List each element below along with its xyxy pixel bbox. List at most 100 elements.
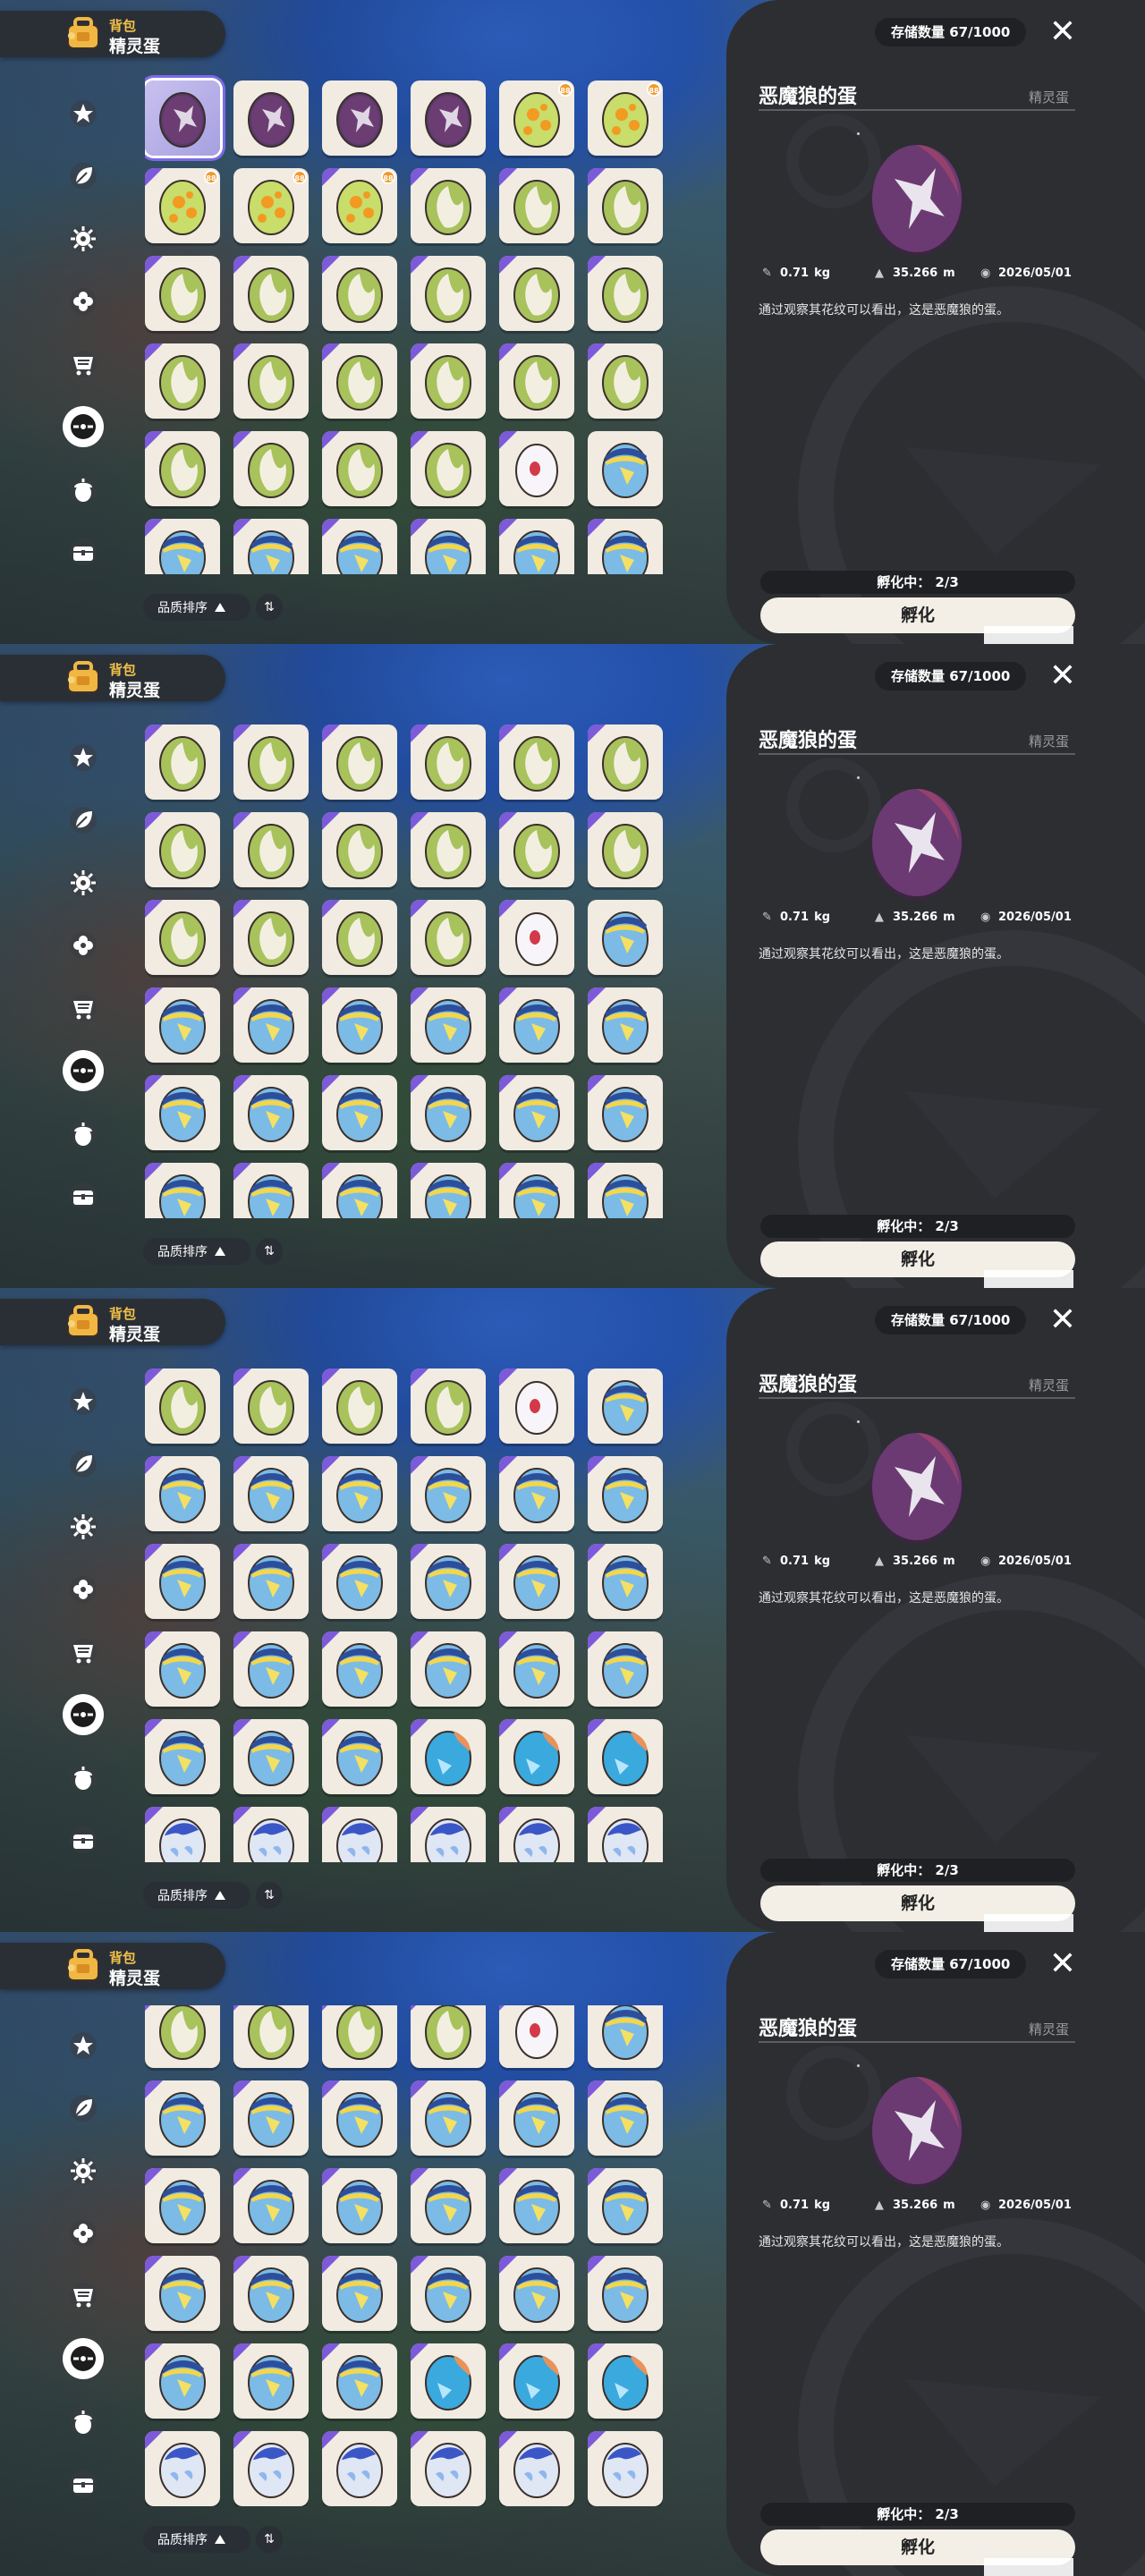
- egg-slot[interactable]: [145, 2005, 220, 2068]
- egg-slot[interactable]: [499, 724, 574, 800]
- egg-slot[interactable]: [411, 1075, 486, 1150]
- egg-slot[interactable]: [499, 168, 574, 243]
- category-star-badge-icon[interactable]: [63, 93, 104, 134]
- egg-slot[interactable]: [411, 812, 486, 887]
- sort-button[interactable]: 品质排序: [143, 594, 250, 621]
- egg-slot[interactable]: [145, 1544, 220, 1619]
- egg-slot[interactable]: [411, 1456, 486, 1531]
- egg-slot[interactable]: [588, 343, 663, 419]
- egg-slot[interactable]: [322, 1075, 397, 1150]
- egg-slot[interactable]: [233, 1631, 309, 1707]
- egg-slot[interactable]: [145, 256, 220, 331]
- category-pokeball-egg-icon[interactable]: [63, 1050, 104, 1091]
- egg-slot[interactable]: [411, 168, 486, 243]
- egg-slot[interactable]: [322, 431, 397, 506]
- sort-button[interactable]: 品质排序: [143, 1238, 250, 1265]
- egg-slot[interactable]: [588, 1075, 663, 1150]
- egg-slot[interactable]: [588, 987, 663, 1063]
- egg-slot[interactable]: [499, 1163, 574, 1218]
- category-flower-icon[interactable]: [63, 2213, 104, 2254]
- egg-slot[interactable]: [145, 987, 220, 1063]
- egg-slot[interactable]: [588, 2080, 663, 2156]
- egg-slot[interactable]: [499, 343, 574, 419]
- category-flower-icon[interactable]: [63, 1569, 104, 1610]
- egg-slot[interactable]: [411, 2343, 486, 2419]
- egg-slot[interactable]: [322, 1456, 397, 1531]
- egg-slot[interactable]: [233, 987, 309, 1063]
- egg-slot[interactable]: [322, 1368, 397, 1444]
- egg-slot[interactable]: [145, 431, 220, 506]
- egg-slot[interactable]: [411, 1631, 486, 1707]
- category-acorn-icon[interactable]: [63, 1757, 104, 1798]
- egg-slot[interactable]: [233, 2343, 309, 2419]
- close-icon[interactable]: ✕: [1045, 1946, 1081, 1982]
- egg-slot[interactable]: [233, 80, 309, 156]
- egg-slot[interactable]: [322, 1544, 397, 1619]
- egg-slot[interactable]: [322, 1163, 397, 1218]
- egg-slot[interactable]: [233, 1075, 309, 1150]
- egg-slot[interactable]: [233, 1456, 309, 1531]
- egg-slot[interactable]: [322, 812, 397, 887]
- category-cart-icon[interactable]: [63, 987, 104, 1029]
- egg-slot[interactable]: [145, 2431, 220, 2506]
- egg-slot[interactable]: [411, 256, 486, 331]
- category-gear-badge-icon[interactable]: [63, 1506, 104, 1547]
- egg-slot[interactable]: [233, 256, 309, 331]
- egg-slot[interactable]: [233, 1807, 309, 1862]
- egg-slot[interactable]: [233, 2256, 309, 2331]
- egg-slot[interactable]: [145, 1807, 220, 1862]
- egg-slot[interactable]: [322, 1807, 397, 1862]
- egg-slot[interactable]: [588, 2343, 663, 2419]
- egg-slot[interactable]: [233, 812, 309, 887]
- egg-slot[interactable]: [411, 431, 486, 506]
- egg-slot[interactable]: [499, 812, 574, 887]
- category-acorn-icon[interactable]: [63, 469, 104, 510]
- sort-order-toggle[interactable]: ⇅: [256, 1882, 283, 1909]
- egg-grid-viewport[interactable]: 88 88 88 88 88: [145, 73, 673, 574]
- egg-slot[interactable]: [145, 1075, 220, 1150]
- category-cart-icon[interactable]: [63, 2275, 104, 2317]
- egg-slot[interactable]: [145, 724, 220, 800]
- category-pokeball-egg-icon[interactable]: [63, 1694, 104, 1735]
- egg-slot[interactable]: [322, 2431, 397, 2506]
- category-chest-icon[interactable]: [63, 1819, 104, 1860]
- sort-button[interactable]: 品质排序: [143, 2526, 250, 2553]
- egg-slot[interactable]: [233, 519, 309, 574]
- egg-slot[interactable]: [588, 2431, 663, 2506]
- egg-slot[interactable]: [322, 987, 397, 1063]
- egg-slot[interactable]: [145, 1456, 220, 1531]
- egg-slot[interactable]: [588, 168, 663, 243]
- egg-slot[interactable]: [233, 2080, 309, 2156]
- egg-slot[interactable]: [233, 343, 309, 419]
- sort-order-toggle[interactable]: ⇅: [256, 594, 283, 621]
- category-chest-icon[interactable]: [63, 1175, 104, 1216]
- egg-slot[interactable]: [499, 900, 574, 975]
- egg-slot[interactable]: [588, 2256, 663, 2331]
- egg-slot[interactable]: [411, 1544, 486, 1619]
- category-pokeball-egg-icon[interactable]: [63, 406, 104, 447]
- egg-slot[interactable]: [411, 2080, 486, 2156]
- egg-slot[interactable]: [588, 2168, 663, 2243]
- egg-slot[interactable]: [322, 1631, 397, 1707]
- category-star-badge-icon[interactable]: [63, 1381, 104, 1422]
- egg-slot[interactable]: [411, 519, 486, 574]
- egg-slot[interactable]: [145, 2080, 220, 2156]
- category-pokeball-egg-icon[interactable]: [63, 2338, 104, 2379]
- egg-slot[interactable]: [233, 1163, 309, 1218]
- egg-slot[interactable]: [588, 1456, 663, 1531]
- egg-slot[interactable]: [499, 2080, 574, 2156]
- egg-slot[interactable]: [411, 724, 486, 800]
- egg-slot[interactable]: [588, 431, 663, 506]
- category-star-badge-icon[interactable]: [63, 2025, 104, 2066]
- egg-slot[interactable]: [233, 431, 309, 506]
- egg-slot[interactable]: [233, 1544, 309, 1619]
- egg-slot[interactable]: [499, 2168, 574, 2243]
- egg-slot[interactable]: [588, 1544, 663, 1619]
- egg-slot[interactable]: 88: [499, 80, 574, 156]
- egg-slot[interactable]: [499, 519, 574, 574]
- egg-slot[interactable]: [499, 2431, 574, 2506]
- category-cart-icon[interactable]: [63, 343, 104, 385]
- egg-slot[interactable]: [322, 2343, 397, 2419]
- egg-slot[interactable]: [322, 2005, 397, 2068]
- egg-slot[interactable]: [499, 1544, 574, 1619]
